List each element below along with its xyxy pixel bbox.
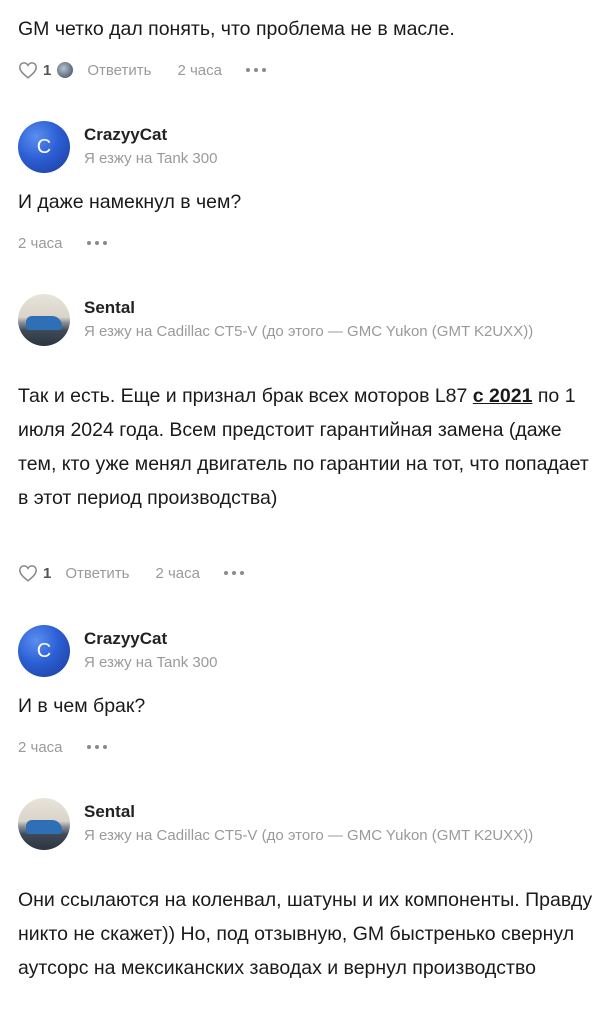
author-name[interactable]: CrazyyCat xyxy=(84,124,544,146)
comment-time: 2 часа xyxy=(18,234,63,252)
comment-meta: 1 Ответить 2 часа xyxy=(18,59,266,81)
comment-text: Они ссылаются на коленвал, шатуны и их к… xyxy=(18,889,593,979)
author-car: Я езжу на Tank 300 xyxy=(84,150,218,167)
avatar[interactable] xyxy=(18,294,70,346)
like-count: 1 xyxy=(43,61,52,79)
comment-time: 2 часа xyxy=(177,61,222,79)
author-car: Я езжу на Tank 300 xyxy=(84,654,218,671)
comment-author: Sental Я езжу на Cadillac CT5-V (до этог… xyxy=(18,798,544,850)
heart-icon xyxy=(19,62,37,79)
author-name[interactable]: Sental xyxy=(84,297,544,319)
author-car: Я езжу на Cadillac CT5-V (до этого — GMC… xyxy=(84,827,534,844)
author-name[interactable]: CrazyyCat xyxy=(84,628,544,650)
comment-text: GM четко дал понять, что проблема не в м… xyxy=(18,18,455,40)
heart-icon xyxy=(19,565,37,582)
avatar[interactable]: C xyxy=(18,625,70,677)
comment-text: И даже намекнул в чем? xyxy=(18,191,242,213)
more-dots-icon[interactable] xyxy=(245,68,266,72)
comment-meta: 2 часа xyxy=(18,736,107,758)
comment-time: 2 часа xyxy=(18,738,63,756)
comment-time: 2 часа xyxy=(155,564,200,582)
more-dots-icon[interactable] xyxy=(223,571,244,575)
reply-button[interactable]: Ответить xyxy=(65,565,129,582)
like-button[interactable]: 1 xyxy=(18,564,51,582)
reply-button[interactable]: Ответить xyxy=(87,62,151,79)
more-dots-icon[interactable] xyxy=(86,241,107,245)
like-count: 1 xyxy=(43,564,52,582)
author-car: Я езжу на Cadillac CT5-V (до этого — GMC… xyxy=(84,323,534,340)
like-button[interactable]: 1 xyxy=(18,61,51,79)
comment-author: C CrazyyCat Я езжу на Tank 300 xyxy=(18,121,544,173)
comment-author: Sental Я езжу на Cadillac CT5-V (до этог… xyxy=(18,294,544,346)
date-link[interactable]: с 2021 xyxy=(473,385,533,407)
avatar[interactable]: C xyxy=(18,121,70,173)
comment-text: Так и есть. Еще и признал брак всех мото… xyxy=(18,385,589,509)
liker-avatar xyxy=(57,62,74,78)
more-dots-icon[interactable] xyxy=(86,745,107,749)
comment-meta: 2 часа xyxy=(18,232,107,254)
author-name[interactable]: Sental xyxy=(84,801,544,823)
comment-author: C CrazyyCat Я езжу на Tank 300 xyxy=(18,625,544,677)
comment-text: И в чем брак? xyxy=(18,695,146,717)
avatar[interactable] xyxy=(18,798,70,850)
comment-meta: 1 Ответить 2 часа xyxy=(18,562,244,584)
